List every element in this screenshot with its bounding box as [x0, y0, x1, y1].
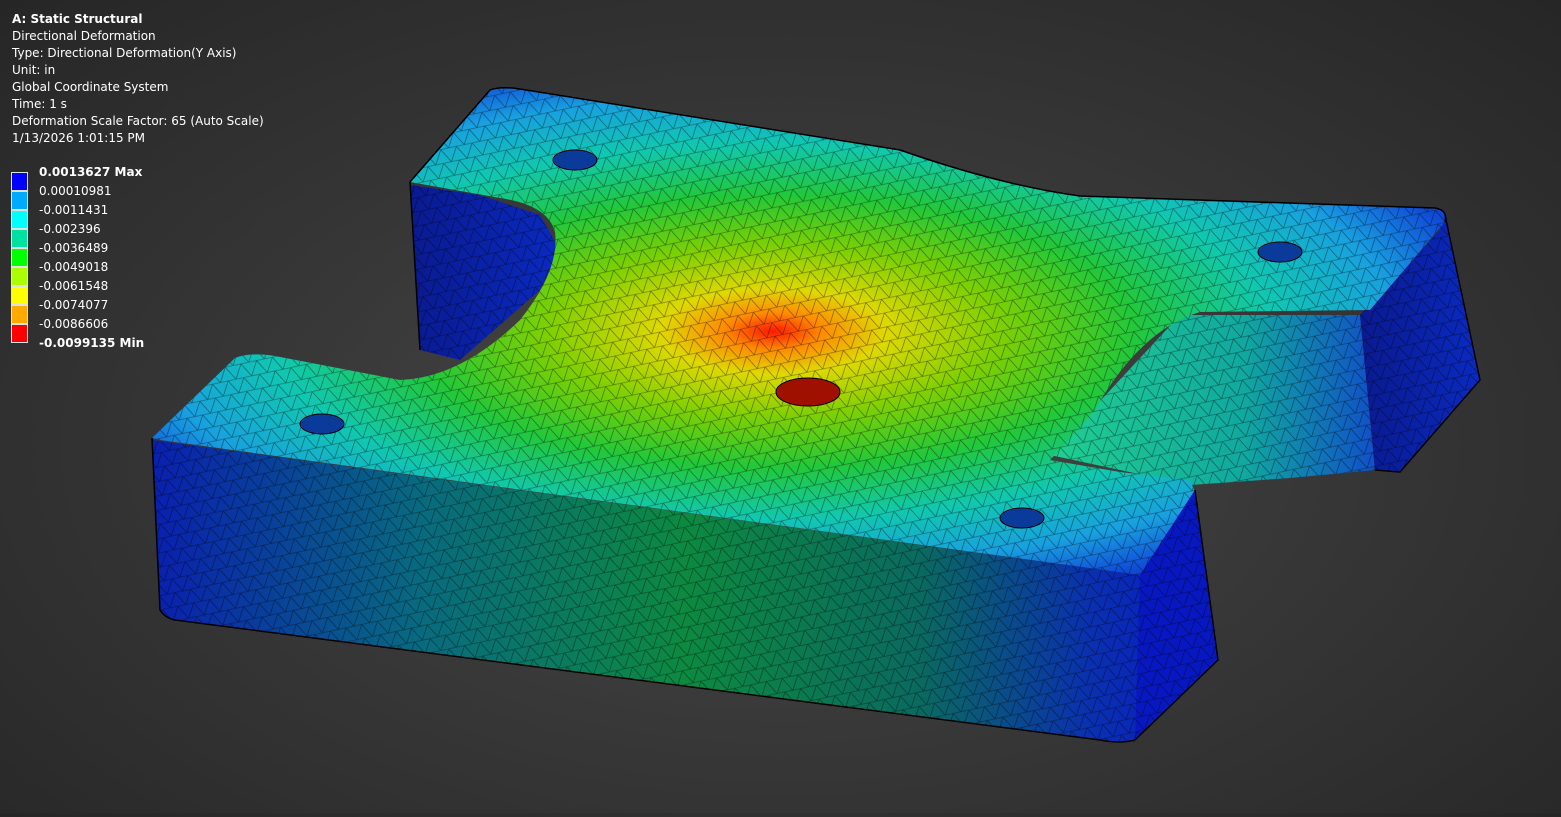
legend-color-swatch: [11, 305, 28, 324]
bolt-hole: [999, 507, 1045, 529]
legend-color-swatch: [11, 191, 28, 210]
legend-value: -0.002396: [39, 222, 101, 236]
legend-color-swatch: [11, 324, 28, 343]
legend-value: 0.0013627 Max: [39, 165, 143, 179]
legend-value: -0.0086606: [39, 317, 109, 331]
legend-color-swatch: [11, 286, 28, 305]
legend-color-swatch: [11, 267, 28, 286]
result-unit: Unit: in: [12, 63, 56, 77]
legend-value: 0.00010981: [39, 184, 112, 198]
bolt-hole: [552, 149, 598, 171]
legend-value: -0.0049018: [39, 260, 109, 274]
analysis-title: A: Static Structural: [12, 12, 143, 26]
legend-color-swatch: [11, 248, 28, 267]
result-type: Type: Directional Deformation(Y Axis): [12, 46, 237, 60]
legend-color-swatch: [11, 210, 28, 229]
legend-color-swatch: [11, 172, 28, 191]
result-info-panel: A: Static Structural Directional Deforma…: [12, 11, 264, 147]
bolt-hole: [299, 413, 345, 435]
legend-value: -0.0036489: [39, 241, 109, 255]
result-timestamp: 1/13/2026 1:01:15 PM: [12, 131, 146, 145]
result-time: Time: 1 s: [12, 97, 67, 111]
coordinate-system: Global Coordinate System: [12, 80, 169, 94]
center-depression: [775, 377, 841, 407]
legend-color-swatch: [11, 229, 28, 248]
bolt-hole: [1257, 241, 1303, 263]
deformation-scale-factor: Deformation Scale Factor: 65 (Auto Scale…: [12, 114, 264, 128]
legend-value: -0.0061548: [39, 279, 109, 293]
legend-value: -0.0099135 Min: [39, 336, 145, 350]
result-name: Directional Deformation: [12, 29, 156, 43]
legend-value: -0.0074077: [39, 298, 109, 312]
legend-value: -0.0011431: [39, 203, 109, 217]
